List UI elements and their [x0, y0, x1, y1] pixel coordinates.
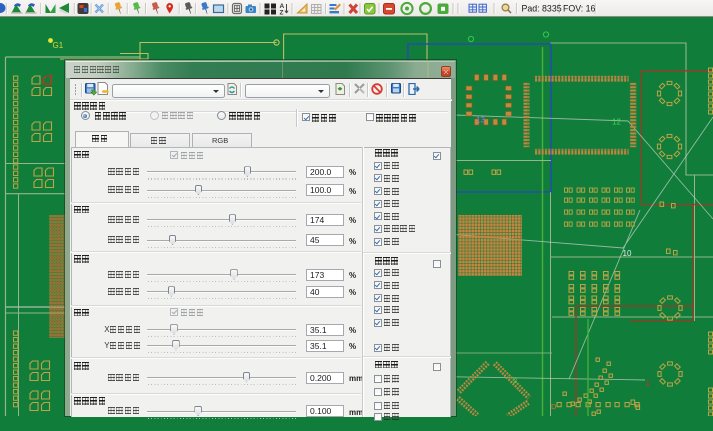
- svg-text:2: 2: [513, 376, 517, 385]
- svg-text:Pad: 8335: Pad: 8335: [522, 4, 562, 14]
- svg-text:10: 10: [623, 249, 632, 258]
- svg-text:Z: Z: [280, 10, 284, 17]
- svg-text:12: 12: [612, 118, 621, 127]
- svg-text:G1: G1: [53, 41, 64, 50]
- svg-text:13: 13: [476, 116, 485, 125]
- svg-text:D: D: [551, 402, 557, 411]
- svg-text:FOV: 16: FOV: 16: [563, 4, 596, 14]
- svg-text:1: 1: [646, 379, 651, 388]
